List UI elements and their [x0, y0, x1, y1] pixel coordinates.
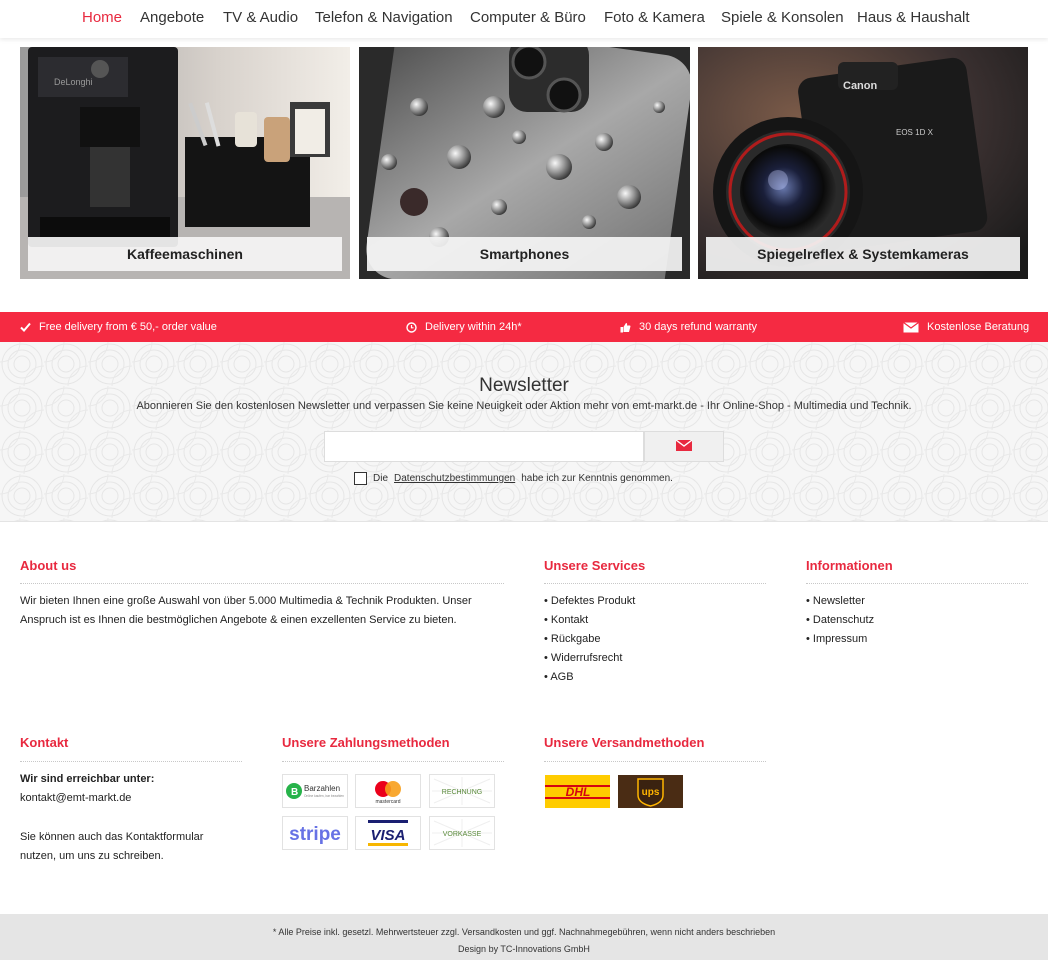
contact-form-text: Sie können auch das Kontaktformular nutz…: [20, 831, 204, 862]
svg-text:stripe: stripe: [289, 824, 341, 845]
contact-reach-label: Wir sind erreichbar unter:: [20, 773, 155, 785]
consent-checkbox[interactable]: [354, 472, 367, 485]
envelope-icon: [675, 438, 693, 456]
divider: [806, 583, 1028, 584]
barzahlen-logo: B Barzahlen Online kaufen, bar bezahlen: [282, 774, 348, 808]
newsletter-email-input[interactable]: [324, 431, 644, 462]
feature-text: Delivery within 24h*: [425, 321, 522, 333]
divider: [20, 583, 504, 584]
newsletter-section: Newsletter Abonnieren Sie den kostenlose…: [0, 342, 1048, 522]
main-navigation: Home Angebote TV & Audio Telefon & Navig…: [0, 0, 1048, 38]
newsletter-consent: Die Datenschutzbestimmungen habe ich zur…: [354, 472, 673, 485]
service-link-kontakt[interactable]: Kontakt: [544, 611, 635, 630]
feature-bar: Free delivery from € 50,- order value De…: [0, 312, 1048, 342]
svg-text:Barzahlen: Barzahlen: [304, 784, 340, 793]
svg-text:ups: ups: [642, 787, 660, 798]
feature-free-delivery: Free delivery from € 50,- order value: [20, 312, 217, 342]
contact-heading: Kontakt: [20, 735, 69, 750]
svg-text:Online kaufen, bar bezahlen: Online kaufen, bar bezahlen: [304, 794, 344, 798]
nav-item-telefon-navigation[interactable]: Telefon & Navigation: [315, 9, 453, 26]
feature-text: 30 days refund warranty: [639, 321, 758, 333]
feature-delivery-24h: Delivery within 24h*: [406, 312, 522, 342]
visa-logo: VISA: [355, 816, 421, 850]
vorkasse-badge: VORKASSE: [429, 816, 495, 850]
svg-text:mastercard: mastercard: [375, 799, 400, 805]
service-link-rueckgabe[interactable]: Rückgabe: [544, 630, 635, 649]
svg-text:RECHNUNG: RECHNUNG: [442, 789, 482, 796]
newsletter-submit-button[interactable]: [644, 431, 724, 462]
payment-heading: Unsere Zahlungsmethoden: [282, 735, 450, 750]
about-text: Wir bieten Ihnen eine große Auswahl von …: [20, 595, 472, 626]
design-credit: Design by TC-Innovations GmbH: [458, 944, 590, 954]
bottom-bar: * Alle Preise inkl. gesetzl. Mehrwertste…: [0, 914, 1048, 960]
envelope-icon: [903, 321, 919, 333]
info-heading: Informationen: [806, 558, 893, 573]
category-label: Kaffeemaschinen: [28, 237, 342, 271]
consent-prefix: Die: [373, 473, 389, 484]
info-list: Newsletter Datenschutz Impressum: [806, 592, 874, 649]
privacy-policy-link[interactable]: Datenschutzbestimmungen: [394, 473, 515, 484]
category-tile-kaffeemaschinen[interactable]: DeLonghi Kaffeemaschinen: [20, 47, 350, 279]
contact-email-link[interactable]: kontakt@emt-markt.de: [20, 789, 131, 808]
info-link-impressum[interactable]: Impressum: [806, 630, 874, 649]
feature-refund: 30 days refund warranty: [620, 312, 757, 342]
check-icon: [20, 322, 31, 332]
service-link-widerrufsrecht[interactable]: Widerrufsrecht: [544, 649, 635, 668]
divider: [20, 761, 242, 762]
category-tile-smartphones[interactable]: Smartphones: [359, 47, 690, 279]
info-link-newsletter[interactable]: Newsletter: [806, 592, 874, 611]
mastercard-logo: mastercard: [355, 774, 421, 808]
category-tile-spiegelreflex[interactable]: Canon EOS 1D X Spiegelreflex & Systemkam…: [698, 47, 1028, 279]
divider: [282, 761, 504, 762]
service-link-defektes-produkt[interactable]: Defektes Produkt: [544, 592, 635, 611]
services-heading: Unsere Services: [544, 558, 646, 573]
nav-item-foto-kamera[interactable]: Foto & Kamera: [604, 9, 705, 26]
rechnung-badge: RECHNUNG: [429, 774, 495, 808]
consent-suffix: habe ich zur Kenntnis genommen.: [521, 473, 673, 484]
svg-text:VORKASSE: VORKASSE: [443, 831, 482, 838]
dhl-logo: DHL: [545, 775, 610, 808]
clock-icon: [406, 321, 417, 333]
feature-text: Free delivery from € 50,- order value: [39, 321, 217, 333]
nav-item-tv-audio[interactable]: TV & Audio: [223, 9, 298, 26]
stripe-logo: stripe: [282, 816, 348, 850]
nav-item-haus-haushalt[interactable]: Haus & Haushalt: [857, 9, 970, 26]
svg-text:B: B: [291, 787, 298, 798]
svg-text:Canon: Canon: [843, 80, 878, 92]
svg-text:DeLonghi: DeLonghi: [54, 77, 93, 87]
service-link-agb[interactable]: AGB: [544, 668, 635, 687]
nav-item-home[interactable]: Home: [82, 9, 122, 26]
nav-item-spiele-konsolen[interactable]: Spiele & Konsolen: [721, 9, 844, 26]
svg-text:DHL: DHL: [566, 785, 591, 799]
svg-text:VISA: VISA: [370, 827, 405, 844]
newsletter-subtitle: Abonnieren Sie den kostenlosen Newslette…: [136, 400, 912, 412]
services-list: Defektes Produkt Kontakt Rückgabe Widerr…: [544, 592, 635, 687]
feature-text: Kostenlose Beratung: [927, 321, 1030, 333]
info-link-datenschutz[interactable]: Datenschutz: [806, 611, 874, 630]
nav-item-angebote[interactable]: Angebote: [140, 9, 204, 26]
price-disclaimer: * Alle Preise inkl. gesetzl. Mehrwertste…: [272, 927, 776, 937]
feature-beratung: Kostenlose Beratung: [903, 312, 1029, 342]
shipping-heading: Unsere Versandmethoden: [544, 735, 705, 750]
divider: [544, 583, 766, 584]
thumbs-up-icon: [620, 322, 631, 333]
category-label: Spiegelreflex & Systemkameras: [706, 237, 1020, 271]
svg-text:EOS 1D X: EOS 1D X: [896, 128, 934, 137]
divider: [544, 761, 766, 762]
nav-item-computer-buero[interactable]: Computer & Büro: [470, 9, 586, 26]
category-label: Smartphones: [367, 237, 682, 271]
newsletter-title: Newsletter: [479, 375, 569, 396]
about-heading: About us: [20, 558, 77, 573]
ups-logo: ups: [618, 775, 683, 808]
